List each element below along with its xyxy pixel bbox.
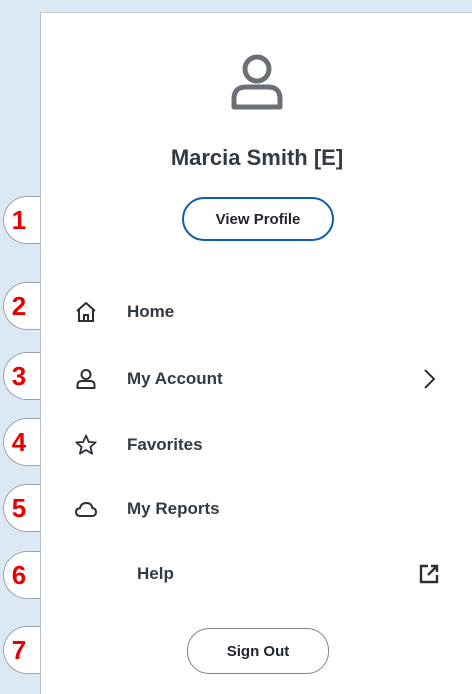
view-profile-button[interactable]: View Profile (182, 197, 334, 241)
callout-number-6: 6 (11, 560, 27, 590)
callout-number-1: 1 (11, 205, 27, 235)
callout-number-5: 5 (11, 493, 27, 523)
chevron-right-icon (424, 369, 436, 389)
menu-label-home: Home (127, 302, 175, 321)
avatar (41, 51, 472, 116)
callout-tab-2: 2 (3, 282, 40, 330)
callout-number-3: 3 (11, 361, 27, 391)
menu-item-home[interactable]: Home (41, 287, 472, 337)
callout-number-4: 4 (11, 427, 27, 457)
user-icon (76, 369, 96, 389)
callout-tab-5: 5 (3, 484, 40, 532)
home-icon (76, 302, 96, 322)
callout-tab-6: 6 (3, 551, 40, 599)
external-link-icon (419, 564, 439, 584)
user-menu-panel: Marcia Smith [E] View Profile Home My Ac… (40, 12, 472, 694)
user-name: Marcia Smith [E] (170, 145, 344, 170)
callout-tab-3: 3 (3, 352, 40, 400)
callout-number-2: 2 (11, 291, 27, 321)
callout-tab-1: 1 (3, 196, 40, 244)
menu-label-favorites: Favorites (127, 435, 203, 454)
menu-item-my-reports[interactable]: My Reports (41, 484, 472, 534)
menu-item-help[interactable]: Help (41, 549, 472, 599)
menu-item-my-account[interactable]: My Account (41, 354, 472, 404)
callout-tab-4: 4 (3, 418, 40, 466)
sign-out-button[interactable]: Sign Out (187, 628, 329, 674)
menu-label-help: Help (137, 564, 174, 583)
user-avatar-icon (231, 54, 283, 110)
star-icon (75, 434, 97, 455)
cloud-icon (75, 502, 97, 517)
menu-label-my-account: My Account (127, 369, 223, 388)
menu-label-my-reports: My Reports (127, 499, 220, 518)
callout-tab-7: 7 (3, 626, 40, 674)
callout-number-7: 7 (11, 635, 27, 665)
menu-item-favorites[interactable]: Favorites (41, 420, 472, 470)
